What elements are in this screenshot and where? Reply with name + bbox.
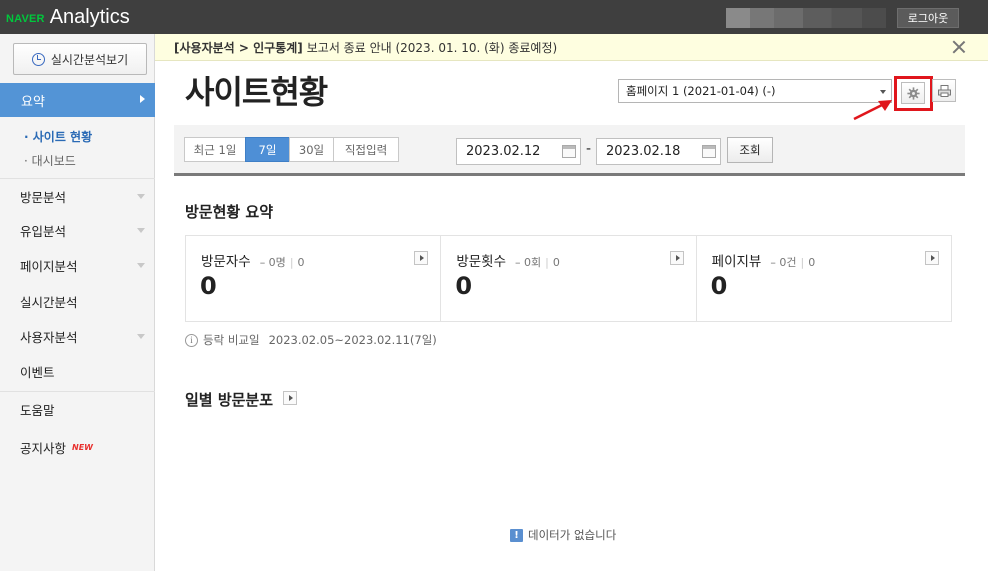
chevron-down-icon <box>137 194 145 199</box>
sidebar-sub-dashboard[interactable]: · 대시보드 <box>24 152 76 169</box>
chevron-down-icon <box>880 90 886 94</box>
metric-visitors: 방문자수 – 0명 | 0 0 <box>186 236 442 321</box>
gear-icon <box>906 86 920 100</box>
chevron-right-icon <box>140 95 145 103</box>
metric-head: 방문횟수 – 0회 | 0 <box>456 250 560 270</box>
metric-value: 0 <box>200 272 217 300</box>
sidebar-item-label: 방문분석 <box>20 189 67 205</box>
logout-button[interactable]: 로그아웃 <box>897 8 959 28</box>
daily-more-button[interactable] <box>283 391 297 405</box>
metric-label: 방문횟수 <box>456 254 507 270</box>
metric-visits: 방문횟수 – 0회 | 0 0 <box>441 236 697 321</box>
logo-brand: NAVER <box>6 12 45 25</box>
sidebar-item-page-analysis[interactable]: 페이지분석 <box>0 248 155 283</box>
metric-prev: 0 <box>552 256 560 269</box>
sidebar-item-inflow-analysis[interactable]: 유입분석 <box>0 213 155 248</box>
start-date-value: 2023.02.12 <box>466 144 541 159</box>
sidebar-item-realtime-analysis[interactable]: 실시간분석 <box>0 284 155 319</box>
sidebar-item-visit-analysis[interactable]: 방문분석 <box>0 178 155 213</box>
date-separator: - <box>586 141 592 157</box>
compare-info: i 등락 비교일 2023.02.05~2023.02.11(7일) <box>185 332 437 348</box>
end-date-input[interactable]: 2023.02.18 <box>596 138 721 165</box>
sidebar-item-label: 공지사항 <box>20 441 67 456</box>
info-icon: i <box>185 333 198 347</box>
notice-text: 보고서 종료 안내 (2023. 01. 10. (화) 종료예정) <box>306 40 558 55</box>
sidebar-item-label: 사용자분석 <box>20 330 78 345</box>
chevron-down-icon <box>137 263 145 268</box>
metric-value: 0 <box>710 272 728 300</box>
metric-delta-value: – 0건 <box>770 256 797 269</box>
start-date-input[interactable]: 2023.02.12 <box>456 138 581 165</box>
page-title: 사이트현황 <box>185 73 328 111</box>
no-data-message: ! 데이터가 없습니다 <box>510 527 616 543</box>
sidebar-item-label: 요약 <box>21 94 45 110</box>
end-date-value: 2023.02.18 <box>606 144 681 159</box>
tab-7-days[interactable]: 7일 <box>245 137 290 162</box>
tab-custom[interactable]: 직접입력 <box>333 137 399 162</box>
sidebar-item-label: 페이지분석 <box>20 259 78 274</box>
alert-icon: ! <box>510 528 523 542</box>
notice-bold: [사용자분석 > 인구통계] <box>174 40 303 55</box>
sidebar: 실시간분석보기 요약 · 사이트 현황 · 대시보드 방문분석 유입분석 페이지… <box>0 34 155 571</box>
clock-icon <box>31 52 45 66</box>
tab-last-1-day[interactable]: 최근 1일 <box>184 137 246 162</box>
compare-label: 등락 비교일 <box>203 333 260 347</box>
print-button[interactable] <box>932 79 956 102</box>
tab-30-days[interactable]: 30일 <box>289 137 334 162</box>
red-arrow-annotation <box>853 100 892 121</box>
metric-more-button[interactable] <box>924 251 939 265</box>
sidebar-item-notice[interactable]: 공지사항 NEW <box>0 430 155 465</box>
metric-delta-value: – 0회 <box>515 256 542 269</box>
compare-range: 2023.02.05~2023.02.11(7일) <box>268 333 437 347</box>
metric-more-button[interactable] <box>669 251 684 265</box>
site-select[interactable]: 홈페이지 1 (2021-01-04) (-) <box>618 79 892 103</box>
sidebar-item-label: 유입분석 <box>20 224 67 239</box>
logo-product: Analytics <box>49 5 130 28</box>
chevron-down-icon <box>137 334 145 339</box>
metric-delta: – 0건 | 0 <box>770 256 816 269</box>
sidebar-sub-site-status[interactable]: · 사이트 현황 <box>24 128 92 145</box>
metric-more-button[interactable] <box>414 251 429 265</box>
metric-head: 방문자수 – 0명 | 0 <box>201 250 305 270</box>
realtime-analysis-label: 실시간분석보기 <box>50 52 129 67</box>
sidebar-item-label: 실시간분석 <box>20 295 78 310</box>
close-icon[interactable] <box>952 40 966 54</box>
logo[interactable]: NAVER Analytics <box>6 3 130 31</box>
summary-box: 방문자수 – 0명 | 0 0 방문횟수 – 0회 | 0 0 페이지뷰 – 0건 | 0 … <box>185 235 952 322</box>
metric-delta: – 0명 | 0 <box>259 256 305 269</box>
sidebar-item-user-analysis[interactable]: 사용자분석 <box>0 319 155 354</box>
new-badge: NEW <box>72 443 93 452</box>
sidebar-item-help[interactable]: 도움말 <box>0 391 155 426</box>
filter-bar: 최근 1일 7일 30일 직접입력 2023.02.12 - 2023.02.1… <box>174 125 965 176</box>
metric-pageviews: 페이지뷰 – 0건 | 0 0 <box>697 236 951 321</box>
settings-button[interactable] <box>901 82 925 104</box>
metric-label: 페이지뷰 <box>711 254 762 270</box>
summary-title: 방문현황 요약 <box>185 203 274 221</box>
site-select-value: 홈페이지 1 (2021-01-04) (-) <box>626 84 776 98</box>
sidebar-item-event[interactable]: 이벤트 <box>0 354 155 389</box>
top-bar: NAVER Analytics 로그아웃 <box>0 0 988 34</box>
metric-delta: – 0회 | 0 <box>515 256 560 269</box>
period-tabs: 최근 1일 7일 30일 직접입력 <box>184 137 399 162</box>
daily-title: 일별 방문분포 <box>185 391 274 409</box>
calendar-icon[interactable] <box>562 145 576 158</box>
metric-delta-value: – 0명 <box>259 256 286 269</box>
search-button[interactable]: 조회 <box>727 137 773 163</box>
metric-label: 방문자수 <box>201 254 251 270</box>
metric-value: 0 <box>455 272 473 300</box>
notice-bar: [사용자분석 > 인구통계] 보고서 종료 안내 (2023. 01. 10. … <box>155 34 988 61</box>
realtime-analysis-button[interactable]: 실시간분석보기 <box>13 43 147 75</box>
sidebar-item-label: 도움말 <box>20 402 55 418</box>
chevron-down-icon <box>137 228 145 233</box>
metric-prev: 0 <box>808 256 816 269</box>
gear-highlight-box <box>894 76 933 111</box>
print-icon <box>937 84 951 97</box>
user-id-redacted <box>726 8 886 28</box>
no-data-text: 데이터가 없습니다 <box>528 528 617 542</box>
calendar-icon[interactable] <box>702 145 716 158</box>
metric-head: 페이지뷰 – 0건 | 0 <box>712 250 816 270</box>
metric-prev: 0 <box>297 256 305 269</box>
sidebar-item-label: 이벤트 <box>20 365 55 380</box>
sidebar-item-summary[interactable]: 요약 <box>0 83 155 117</box>
